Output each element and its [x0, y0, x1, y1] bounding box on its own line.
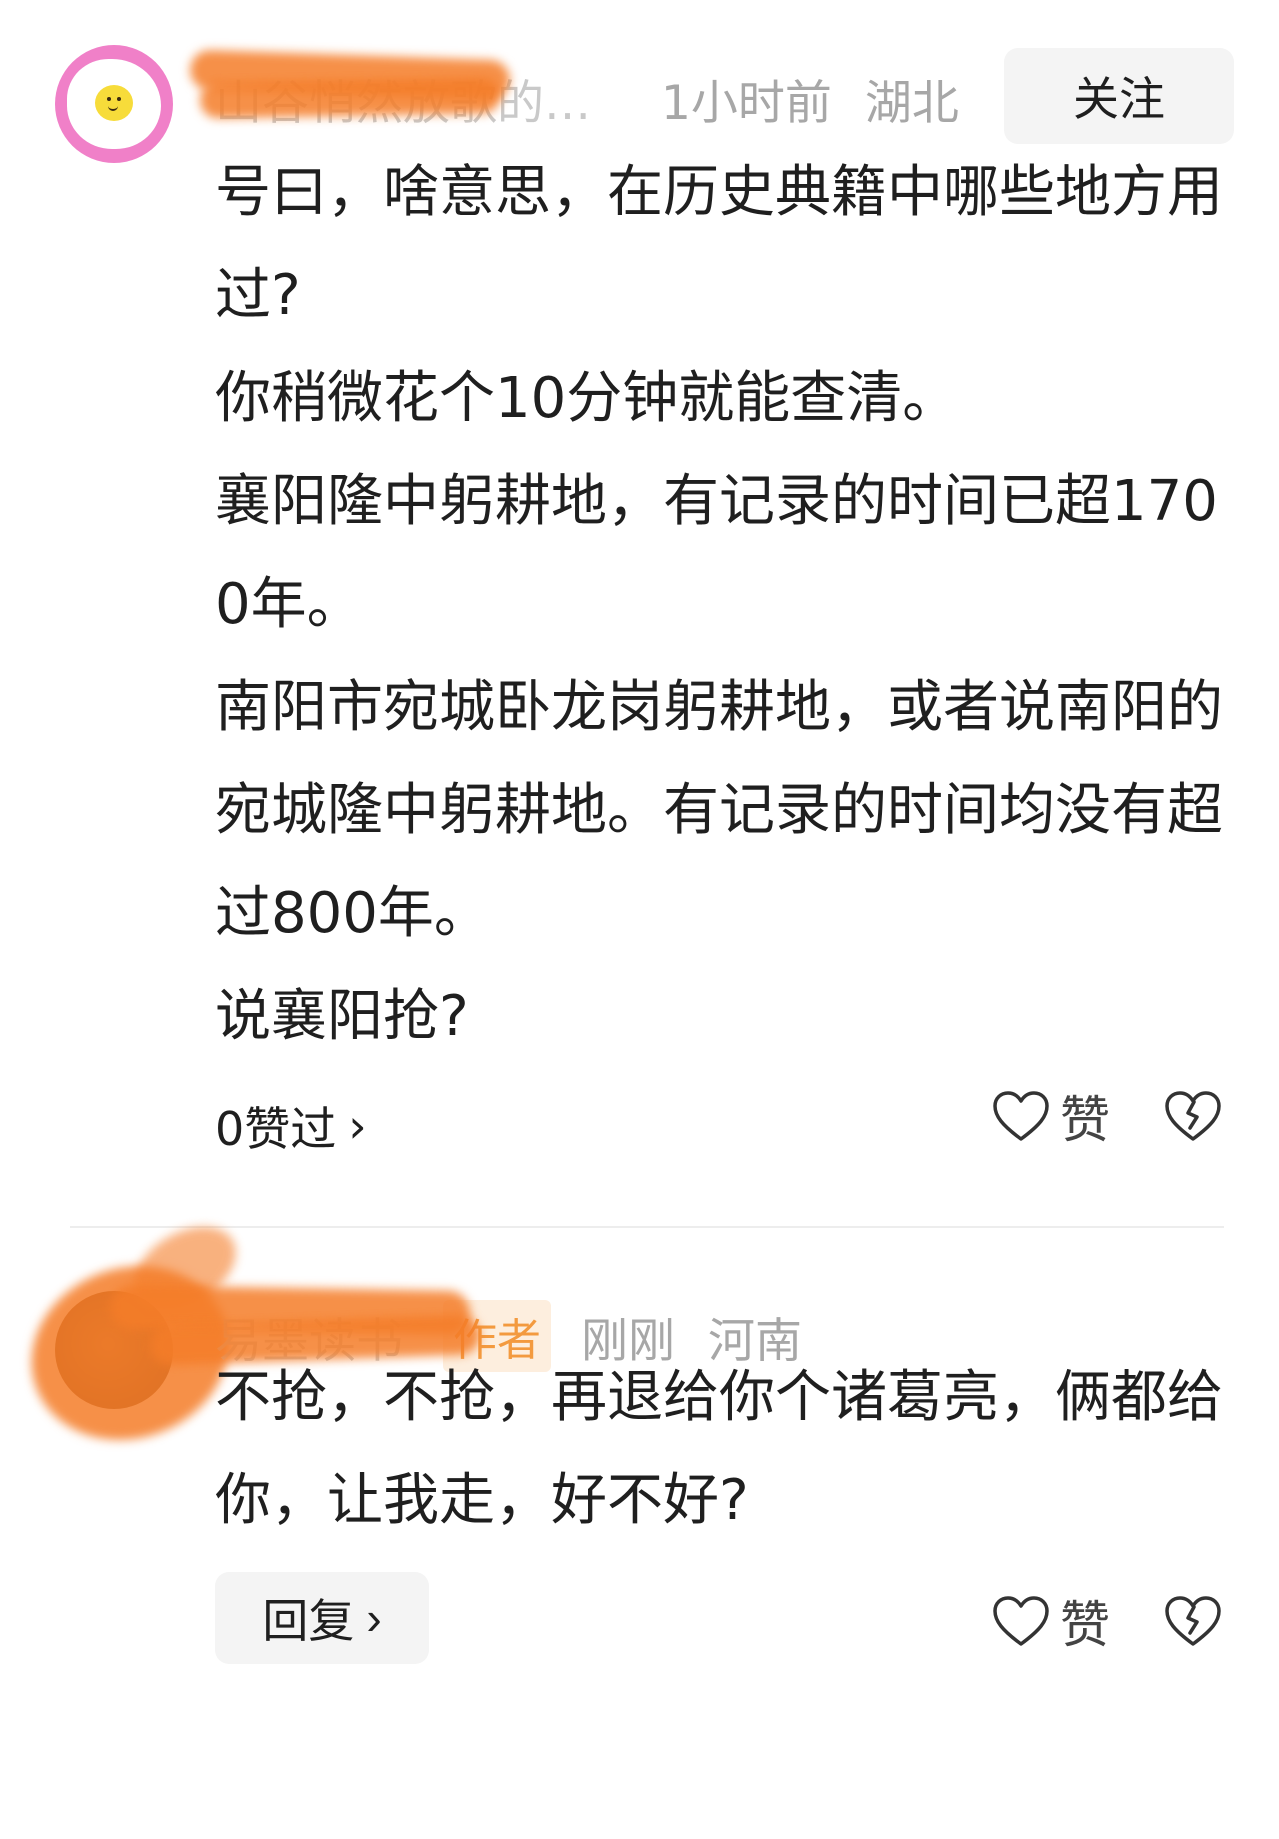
comment-actions: 赞	[992, 1080, 1222, 1152]
comment-line: 号曰，啥意思，在历史典籍中哪些地方用过?	[215, 160, 1223, 328]
comment-item: 易墨读书 作者 刚刚 河南 不抢，不抢，再退给你个诸葛亮，俩都给你，让我走，好不…	[0, 1210, 1279, 1828]
avatar[interactable]	[55, 1291, 173, 1409]
comment-item: 山谷悄然放歌的… 1小时前 湖北 关注 号曰，啥意思，在历史典籍中哪些地方用过?…	[0, 0, 1279, 1220]
like-button[interactable]: 赞	[1060, 1080, 1110, 1152]
follow-button[interactable]: 关注	[1004, 48, 1234, 144]
comment-line: 襄阳隆中躬耕地，有记录的时间已超1700年。	[215, 469, 1218, 637]
user-avatar-icon	[55, 1291, 173, 1409]
egg-avatar-icon	[55, 45, 173, 163]
avatar[interactable]	[55, 45, 173, 163]
comment-line: 说襄阳抢?	[215, 984, 469, 1049]
likes-summary-link[interactable]: 0赞过 ›	[215, 1093, 367, 1159]
comment-line: 不抢，不抢，再退给你个诸葛亮，俩都给你，让我走，好不好?	[215, 1365, 1223, 1533]
comment-location: 湖北	[864, 75, 959, 131]
username[interactable]: 山谷悄然放歌的…	[215, 64, 591, 133]
comment-line: 你稍微花个10分钟就能查清。	[215, 366, 959, 431]
heart-icon[interactable]	[992, 1090, 1050, 1142]
heart-icon[interactable]	[992, 1595, 1050, 1647]
likes-summary-text: 0赞过	[215, 1102, 337, 1156]
broken-heart-icon[interactable]	[1164, 1595, 1222, 1647]
like-button[interactable]: 赞	[1060, 1585, 1110, 1657]
comment-actions: 赞	[992, 1585, 1222, 1657]
comment-time: 1小时前	[661, 75, 832, 131]
chevron-right-icon: ›	[348, 1099, 367, 1153]
comment-meta: 山谷悄然放歌的… 1小时前 湖北	[215, 60, 959, 136]
comment-body: 不抢，不抢，再退给你个诸葛亮，俩都给你，让我走，好不好?	[215, 1346, 1239, 1552]
chevron-right-icon: ›	[366, 1592, 382, 1644]
comment-body: 号曰，啥意思，在历史典籍中哪些地方用过? 你稍微花个10分钟就能查清。 襄阳隆中…	[215, 141, 1239, 1068]
reply-button[interactable]: 回复 ›	[215, 1572, 429, 1664]
broken-heart-icon[interactable]	[1164, 1090, 1222, 1142]
reply-label: 回复	[262, 1595, 355, 1647]
comment-line: 南阳市宛城卧龙岗躬耕地，或者说南阳的宛城隆中躬耕地。有记录的时间均没有超过800…	[215, 675, 1223, 946]
